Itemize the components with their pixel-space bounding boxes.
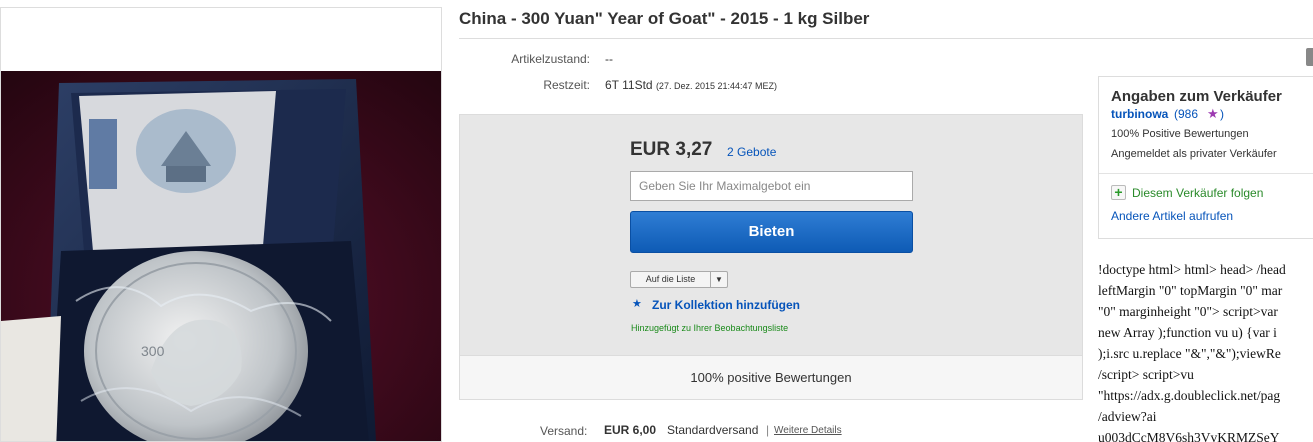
max-bid-input[interactable]: [630, 171, 913, 201]
end-time: (27. Dez. 2015 21:44:47 MEZ): [655, 81, 778, 91]
condition-label: Artikelzustand:: [511, 52, 590, 66]
raw-code-line: new Array );function vu u) {var i: [1098, 325, 1277, 340]
bid-box: EUR 3,27 2 Gebote Bieten Auf die Liste ▼…: [459, 114, 1083, 400]
follow-seller-link[interactable]: Diesem Verkäufer folgen: [1132, 186, 1263, 200]
listing-page: 300 China - 300 Yuan" Year of Goat" - 20…: [0, 0, 1313, 442]
shipping-price: EUR 6,00: [604, 423, 657, 437]
shipping-separator: |: [766, 423, 770, 437]
seller-score-close: ): [1220, 107, 1224, 121]
raw-code-line: !doctype html> html> head> /head: [1098, 262, 1286, 277]
side-tab-icon[interactable]: [1306, 48, 1313, 66]
seller-divider: [1099, 173, 1313, 174]
watch-added-notice: Hinzugefügt zu Ihrer Beobachtungsliste: [631, 323, 789, 333]
svg-text:300: 300: [141, 343, 165, 359]
seller-info-box: Angaben zum Verkäufer turbinowa (986 ★ )…: [1098, 76, 1313, 239]
seller-positive-feedback: 100% Positive Bewertungen: [1111, 128, 1249, 140]
shipping-details-link[interactable]: Weitere Details: [774, 425, 842, 436]
watch-list-label: Auf die Liste: [631, 272, 711, 287]
bid-button[interactable]: Bieten: [630, 211, 913, 253]
item-title: China - 300 Yuan" Year of Goat" - 2015 -…: [459, 9, 870, 28]
seller-name-link[interactable]: turbinowa: [1111, 107, 1168, 121]
add-to-collection-link[interactable]: Zur Kollektion hinzufügen: [652, 298, 800, 312]
time-left-text: 6T 11Std: [605, 78, 653, 92]
raw-code-line: "0" marginheight "0"> script>var: [1098, 304, 1278, 319]
raw-code-line: /adview?ai: [1098, 409, 1157, 424]
watch-list-dropdown[interactable]: Auf die Liste ▼: [630, 271, 728, 288]
plus-icon[interactable]: +: [1111, 185, 1126, 200]
seller-other-items-link[interactable]: Andere Artikel aufrufen: [1111, 209, 1233, 223]
chevron-down-icon: ▼: [715, 275, 723, 284]
seller-score[interactable]: (986: [1174, 107, 1198, 121]
title-divider: [459, 38, 1313, 39]
bid-count-link[interactable]: 2 Gebote: [727, 145, 776, 159]
time-left-value: 6T 11Std (27. Dez. 2015 21:44:47 MEZ): [605, 78, 777, 92]
feedback-star-icon: ★: [1207, 106, 1219, 121]
bid-box-footer: 100% positive Bewertungen: [460, 355, 1082, 399]
time-left-label: Restzeit:: [543, 78, 590, 92]
raw-description-text: !doctype html> html> head> /head leftMar…: [1098, 259, 1313, 442]
seller-type: Angemeldet als privater Verkäufer: [1111, 148, 1277, 160]
image-panel: 300: [0, 7, 442, 442]
shipping-label: Versand:: [540, 424, 588, 438]
item-photo[interactable]: 300: [1, 71, 441, 441]
positive-feedback-text: 100% positive Bewertungen: [690, 370, 852, 385]
raw-code-line: );i.src u.replace "&","&");viewRe: [1098, 346, 1281, 361]
raw-code-line: u003dCcM8V6sh3VvKRMZSeY: [1098, 430, 1280, 442]
raw-code-line: "https://adx.g.doubleclick.net/pag: [1098, 388, 1281, 403]
seller-info-title: Angaben zum Verkäufer: [1111, 88, 1282, 105]
raw-code-line: leftMargin "0" topMargin "0" mar: [1098, 283, 1283, 298]
raw-code-line: /script> script>vu: [1098, 367, 1194, 382]
shipping-method: Standardversand: [667, 423, 759, 437]
condition-value: --: [605, 52, 613, 66]
star-icon: ★: [632, 298, 642, 310]
current-price: EUR 3,27: [630, 139, 713, 160]
